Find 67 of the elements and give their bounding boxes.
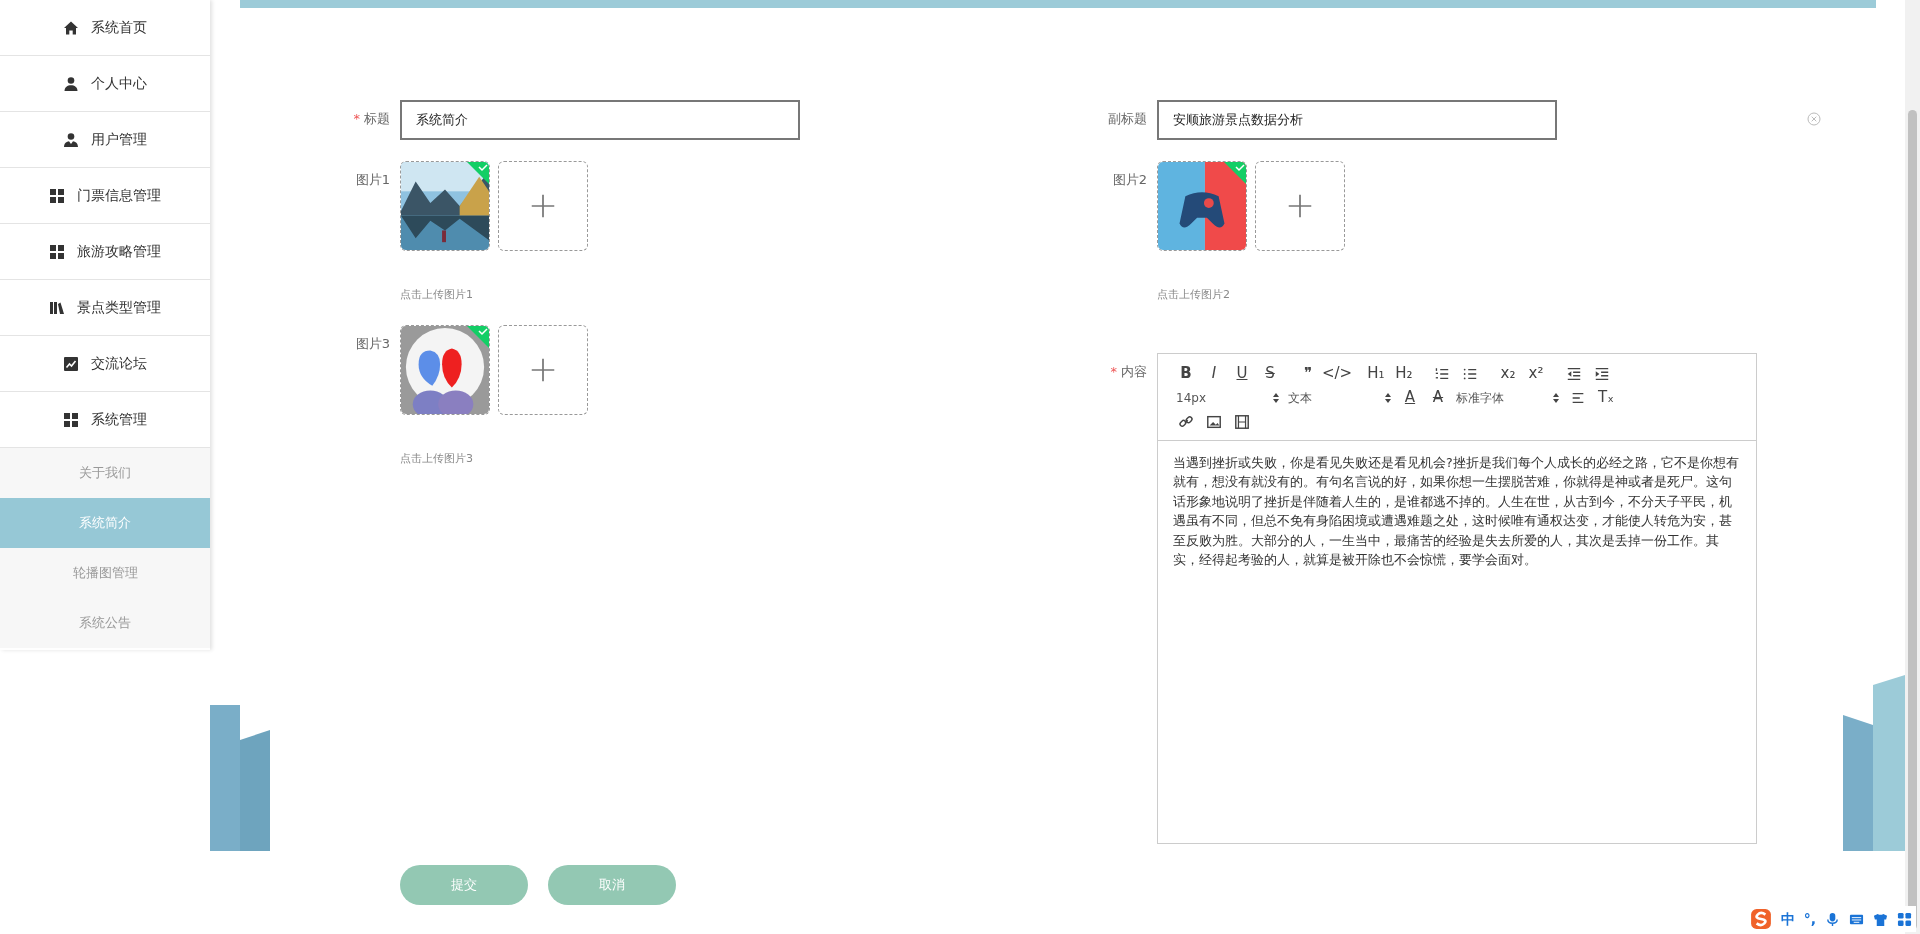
- plus-icon: [530, 356, 556, 383]
- toolbar-button[interactable]: x₂: [1494, 362, 1522, 385]
- toolbar-button[interactable]: </>: [1322, 362, 1352, 385]
- grid-icon: [63, 411, 79, 428]
- user-icon: [63, 75, 79, 92]
- microphone-icon[interactable]: [1825, 911, 1840, 927]
- grid-icon[interactable]: [1897, 911, 1912, 927]
- toolbar-button[interactable]: H₂: [1390, 362, 1418, 385]
- grid-icon: [49, 187, 65, 204]
- upload-button[interactable]: [498, 161, 588, 251]
- toolbar-button[interactable]: A: [1396, 386, 1424, 409]
- upload-hint: 点击上传图片2: [1157, 287, 1231, 303]
- input-method-logo-icon[interactable]: [1749, 908, 1772, 930]
- toolbar-button[interactable]: S: [1256, 362, 1284, 385]
- text-input[interactable]: 系统简介: [400, 100, 800, 140]
- toolbar-button[interactable]: Tₓ: [1592, 386, 1620, 409]
- punctuation-toggle[interactable]: °,: [1803, 908, 1816, 930]
- sidebar-item[interactable]: 用户管理: [0, 112, 210, 168]
- field-label: * 标题: [352, 110, 390, 128]
- plus-icon: [530, 193, 556, 219]
- required-mark: *: [353, 111, 360, 126]
- indent-icon: [1594, 365, 1610, 382]
- scrollbar[interactable]: [1905, 0, 1920, 934]
- user-icon: [63, 131, 79, 148]
- chart-icon: [63, 355, 79, 372]
- home-icon: [63, 19, 79, 36]
- toolbar-button[interactable]: U: [1228, 362, 1256, 385]
- upload-hint: 点击上传图片3: [400, 450, 474, 467]
- outdent-icon: [1566, 365, 1582, 382]
- sidebar-item[interactable]: 门票信息管理: [0, 168, 210, 224]
- ordered-list-icon: [1434, 365, 1450, 382]
- toolbar-button[interactable]: ❞: [1294, 362, 1322, 385]
- film-icon: [1234, 413, 1250, 430]
- required-mark: *: [1110, 363, 1117, 379]
- updown-caret-icon: [1384, 391, 1392, 404]
- upload-button[interactable]: [498, 324, 588, 415]
- text-input[interactable]: 安顺旅游景点数据分析: [1157, 100, 1557, 140]
- input-mode-toggle[interactable]: 中: [1780, 908, 1795, 930]
- image-icon: [1206, 413, 1222, 430]
- upload-button[interactable]: [1255, 161, 1345, 251]
- field-label: * 内容: [1109, 362, 1147, 381]
- toolbar-button[interactable]: B: [1172, 362, 1200, 385]
- sidebar-item[interactable]: 交流论坛: [0, 336, 210, 392]
- shirt-icon[interactable]: [1873, 911, 1888, 927]
- link-icon: [1178, 413, 1194, 430]
- toolbar-button[interactable]: I: [1200, 362, 1228, 385]
- field-label: 图片1: [354, 171, 390, 189]
- field-label: 图片3: [354, 334, 390, 353]
- toolbar-select[interactable]: 标准字体: [1452, 386, 1564, 409]
- field-label: 副标题: [1107, 110, 1147, 128]
- sidebar-item[interactable]: 个人中心: [0, 56, 210, 112]
- books-icon: [49, 299, 65, 316]
- plus-icon: [1287, 193, 1313, 219]
- toolbar-button[interactable]: H₁: [1362, 362, 1390, 385]
- sidebar-item[interactable]: 景点类型管理: [0, 280, 210, 336]
- updown-caret-icon: [1272, 391, 1280, 404]
- sidebar-item[interactable]: 系统首页: [0, 0, 210, 56]
- toolbar-button[interactable]: x²: [1522, 362, 1550, 385]
- toolbar-button[interactable]: A: [1424, 386, 1452, 409]
- grid-icon: [49, 243, 65, 260]
- field-label: 图片2: [1111, 171, 1147, 189]
- toolbar-select[interactable]: 文本: [1284, 386, 1396, 409]
- toolbar-select[interactable]: 14px: [1172, 386, 1284, 409]
- upload-hint: 点击上传图片1: [400, 287, 474, 303]
- updown-caret-icon: [1552, 391, 1560, 404]
- editor-content[interactable]: 当遇到挫折或失败，你是看见失败还是看见机会?挫折是我们每个人成长的必经之路，它不是你想有就有，想没有就没有的。有句名言说的好，如果你想一生摆脱苦难，你就得是神或者是死尸。这句话形象地说明了挫折是伴随着人生的，是谁都逃不掉的。人生在世，从古到今，不分天子平民，机遇虽有不同，但总不免有身陷困境或遭遇难题之处，这时候唯有通权达变，才能使人转危为安，甚至反败为胜。大部分的人，一生当中，最痛苦的经验是失去所爱的人，其次是丢掉一份工作。其实，经得起考验的人，就算是被开除也不会惊慌，要学会面对。: [1158, 440, 1756, 582]
- sidebar-item[interactable]: 旅游攻略管理: [0, 224, 210, 280]
